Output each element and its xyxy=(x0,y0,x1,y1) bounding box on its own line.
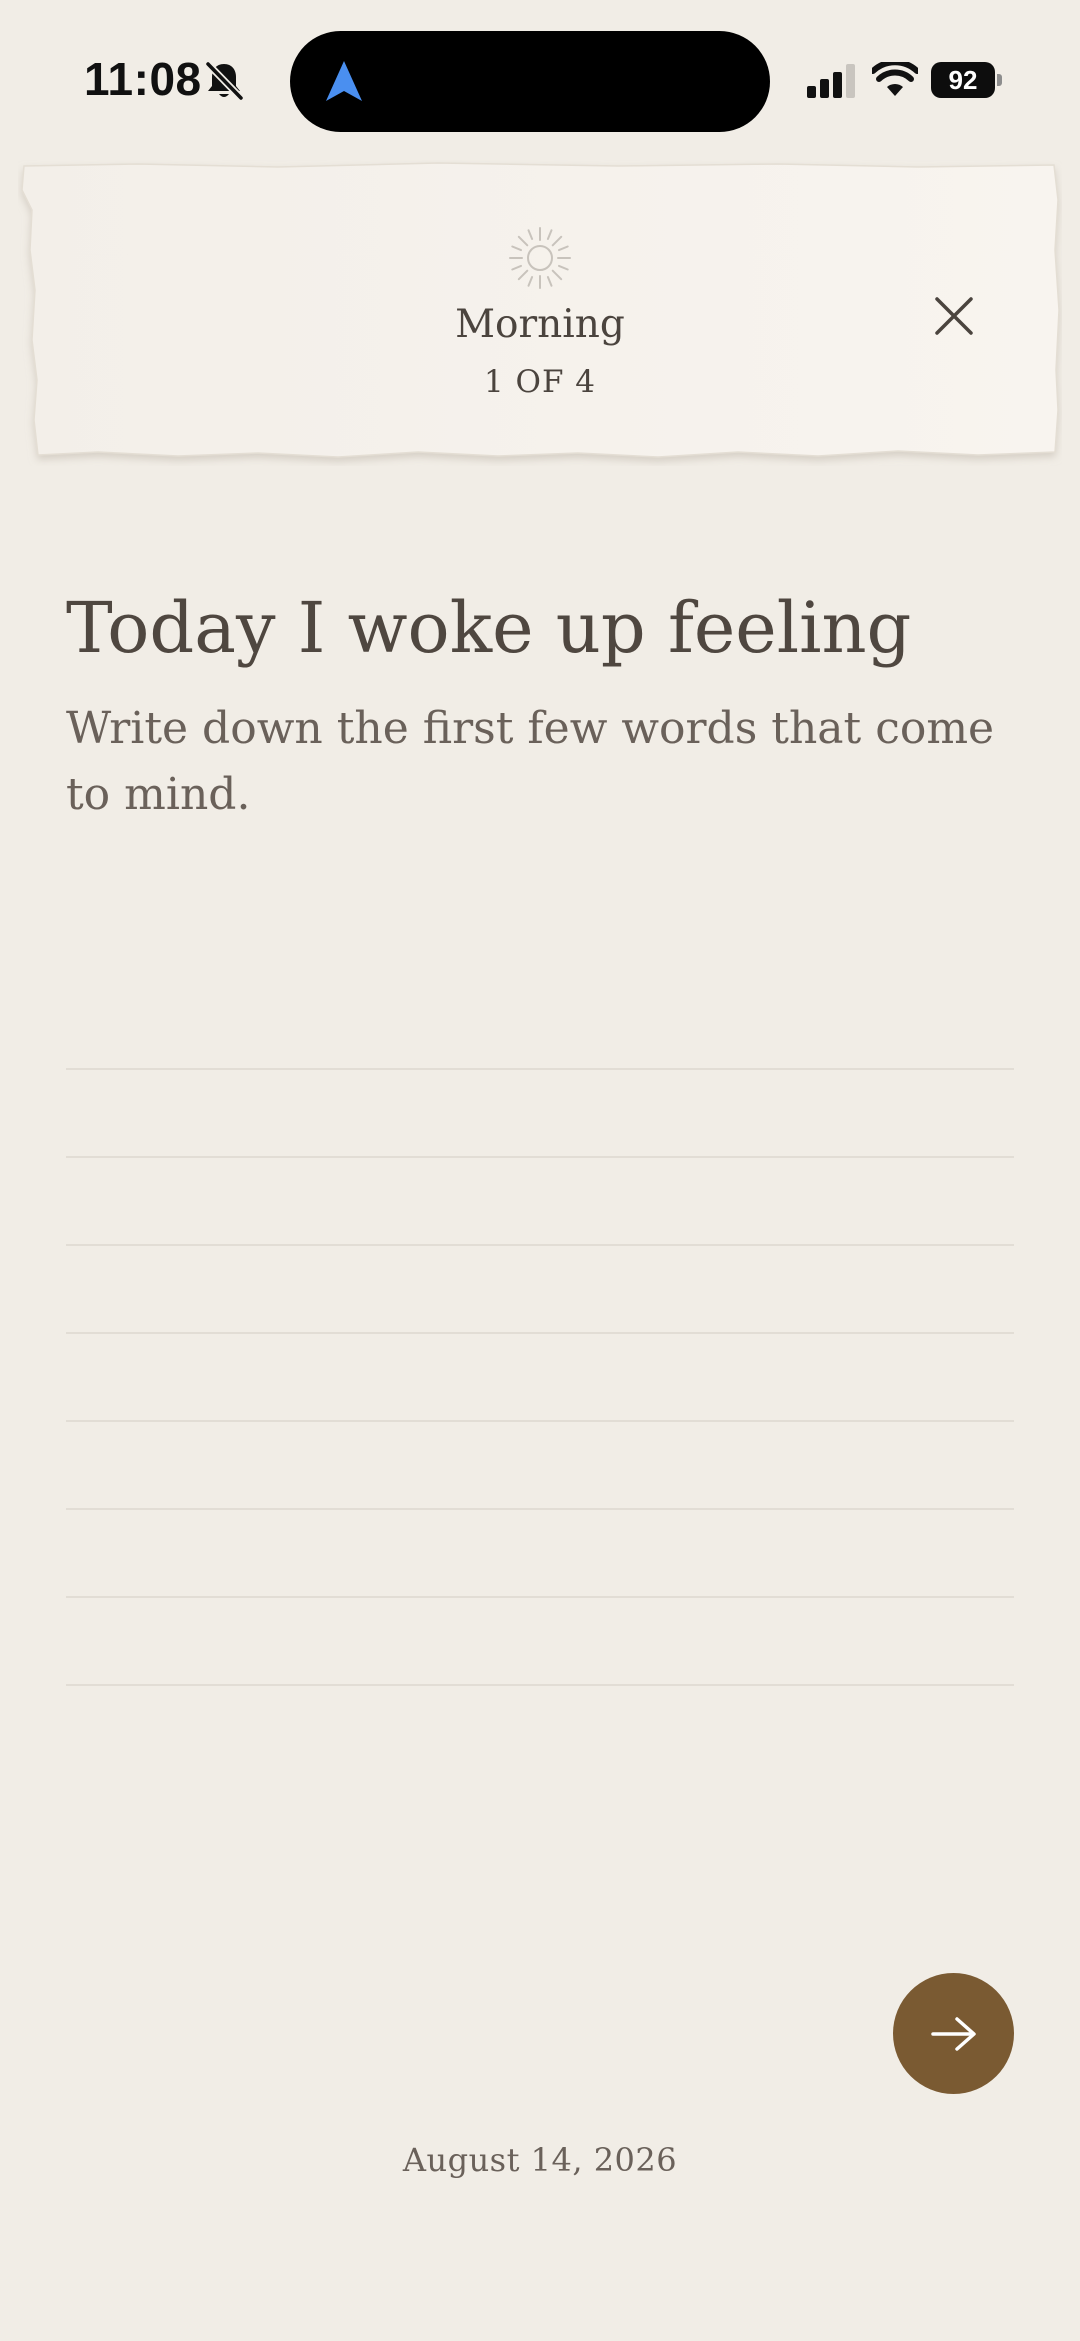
writing-line xyxy=(66,1684,1014,1686)
prompt-hint: Write down the first few words that come… xyxy=(66,703,995,820)
writing-line xyxy=(66,1244,1014,1246)
session-title: Morning xyxy=(455,302,625,347)
cellular-signal-icon xyxy=(807,64,855,98)
writing-line xyxy=(66,1508,1014,1510)
dynamic-island xyxy=(290,31,770,132)
writing-line xyxy=(66,1596,1014,1598)
sun-icon xyxy=(509,227,571,289)
bell-slash-icon xyxy=(204,60,244,102)
wifi-icon xyxy=(872,62,918,96)
close-icon xyxy=(935,297,973,335)
prompt-title: Today I woke up feeling xyxy=(66,587,912,669)
next-button[interactable] xyxy=(893,1973,1014,2094)
writing-line xyxy=(66,1068,1014,1070)
close-button[interactable] xyxy=(924,286,984,346)
entry-date: August 14, 2026 xyxy=(402,2141,678,2179)
journal-entry-field[interactable] xyxy=(66,980,1014,1700)
status-bar: 11:08 92 xyxy=(0,0,1080,160)
arrow-right-icon xyxy=(930,2016,976,2051)
navigation-arrow-icon xyxy=(326,61,362,101)
writing-line xyxy=(66,1156,1014,1158)
battery-level: 92 xyxy=(931,62,995,98)
battery-icon: 92 xyxy=(931,62,1003,98)
writing-line xyxy=(66,1420,1014,1422)
battery-tip xyxy=(997,74,1002,86)
session-header: Morning 1 OF 4 xyxy=(18,160,1062,466)
writing-line xyxy=(66,1332,1014,1334)
step-counter: 1 OF 4 xyxy=(483,364,597,400)
status-time: 11:08 xyxy=(84,53,202,105)
